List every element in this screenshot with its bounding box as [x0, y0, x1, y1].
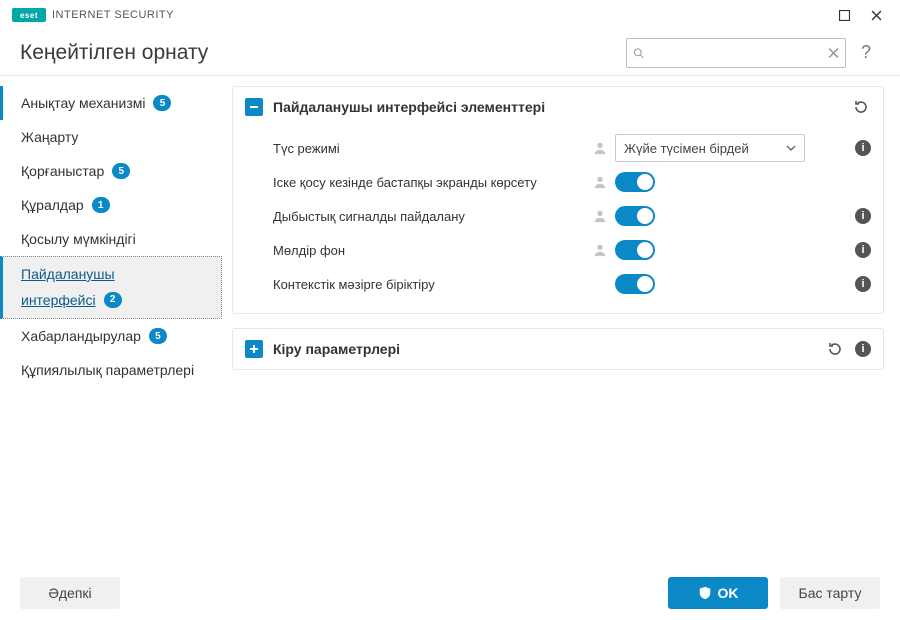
window-close-button[interactable] — [860, 1, 892, 29]
row-sound: Дыбыстық сигналды пайдалану i — [273, 199, 871, 233]
clear-search-icon[interactable] — [828, 46, 839, 60]
brand: eset INTERNET SECURITY — [12, 8, 174, 22]
panel-body: Түс режимі Жүйе түсімен бірдей i Іске қо… — [233, 127, 883, 313]
sidebar-badge: 5 — [149, 328, 167, 344]
sidebar-badge: 5 — [112, 163, 130, 179]
row-label: Іске қосу кезінде бастапқы экранды көрсе… — [273, 175, 593, 190]
sidebar-item-tools[interactable]: Құралдар 1 — [0, 188, 222, 222]
header: Кеңейтілген орнату ? — [0, 30, 900, 76]
sidebar-item-user-interface[interactable]: Пайдаланушы интерфейсі 2 — [0, 256, 222, 319]
sidebar-item-protections[interactable]: Қорғаныстар 5 — [0, 154, 222, 188]
sidebar: Анықтау механизмі 5 Жаңарту Қорғаныстар … — [0, 76, 222, 566]
sidebar-item-label: Қосылу мүмкіндігі — [21, 231, 136, 247]
panel-title: Пайдаланушы интерфейсі элементтері — [273, 99, 851, 115]
sidebar-badge: 2 — [104, 292, 122, 308]
sidebar-item-label: Анықтау механизмі — [21, 95, 145, 111]
user-icon — [593, 243, 607, 257]
info-icon[interactable]: i — [855, 276, 871, 292]
search-icon — [633, 46, 644, 60]
panel-title: Кіру параметрлері — [273, 341, 825, 357]
expand-icon[interactable] — [245, 340, 263, 358]
shield-icon — [698, 586, 712, 600]
row-color-mode: Түс режимі Жүйе түсімен бірдей i — [273, 131, 871, 165]
main-content: Пайдаланушы интерфейсі элементтері Түс р… — [222, 76, 900, 566]
user-icon — [593, 141, 607, 155]
info-icon[interactable]: i — [855, 140, 871, 156]
sidebar-item-label: Хабарландырулар — [21, 328, 141, 344]
context-toggle[interactable] — [615, 274, 655, 294]
search-input[interactable] — [644, 45, 828, 60]
sidebar-item-privacy[interactable]: Құпиялылық параметрлері — [0, 353, 222, 387]
transparent-toggle[interactable] — [615, 240, 655, 260]
row-label: Контекстік мәзірге біріктіру — [273, 277, 593, 292]
info-icon[interactable]: i — [855, 242, 871, 258]
sidebar-item-update[interactable]: Жаңарту — [0, 120, 222, 154]
help-button[interactable]: ? — [852, 38, 880, 68]
cancel-button[interactable]: Бас тарту — [780, 577, 880, 609]
sound-toggle[interactable] — [615, 206, 655, 226]
default-button[interactable]: Әдепкі — [20, 577, 120, 609]
titlebar: eset INTERNET SECURITY — [0, 0, 900, 30]
window-maximize-button[interactable] — [828, 1, 860, 29]
row-splash: Іске қосу кезінде бастапқы экранды көрсе… — [273, 165, 871, 199]
chevron-down-icon — [786, 143, 796, 153]
reset-icon[interactable] — [851, 97, 871, 117]
collapse-icon[interactable] — [245, 98, 263, 116]
row-label: Түс режимі — [273, 141, 593, 156]
footer: Әдепкі OK Бас тарту — [0, 566, 900, 620]
sidebar-item-label-line2: интерфейсі — [21, 292, 96, 310]
sidebar-item-connectivity[interactable]: Қосылу мүмкіндігі — [0, 222, 222, 256]
info-icon[interactable]: i — [855, 341, 871, 357]
sidebar-item-label: Құпиялылық параметрлері — [21, 362, 194, 378]
sidebar-item-label: Құралдар — [21, 197, 84, 213]
row-transparent: Мөлдір фон i — [273, 233, 871, 267]
reset-icon[interactable] — [825, 339, 845, 359]
brand-logo: eset — [12, 8, 46, 22]
page-title: Кеңейтілген орнату — [20, 41, 208, 65]
panel-login-params: Кіру параметрлері i — [232, 328, 884, 370]
user-icon — [593, 209, 607, 223]
sidebar-item-label: Қорғаныстар — [21, 163, 104, 179]
sidebar-item-label: Пайдаланушы — [21, 266, 115, 284]
sidebar-badge: 1 — [92, 197, 110, 213]
panel-ui-elements: Пайдаланушы интерфейсі элементтері Түс р… — [232, 86, 884, 314]
row-label: Мөлдір фон — [273, 243, 593, 258]
brand-product: INTERNET SECURITY — [52, 9, 174, 21]
row-context: Контекстік мәзірге біріктіру i — [273, 267, 871, 301]
sidebar-badge: 5 — [153, 95, 171, 111]
sidebar-item-notifications[interactable]: Хабарландырулар 5 — [0, 319, 222, 353]
panel-header: Кіру параметрлері i — [233, 329, 883, 369]
panel-header: Пайдаланушы интерфейсі элементтері — [233, 87, 883, 127]
ok-button[interactable]: OK — [668, 577, 768, 609]
search-field[interactable] — [626, 38, 846, 68]
row-label: Дыбыстық сигналды пайдалану — [273, 209, 593, 224]
color-mode-select[interactable]: Жүйе түсімен бірдей — [615, 134, 805, 162]
select-value: Жүйе түсімен бірдей — [624, 141, 749, 156]
sidebar-item-detection[interactable]: Анықтау механизмі 5 — [0, 86, 222, 120]
info-icon[interactable]: i — [855, 208, 871, 224]
user-icon — [593, 175, 607, 189]
splash-toggle[interactable] — [615, 172, 655, 192]
sidebar-item-label: Жаңарту — [21, 129, 78, 145]
ok-button-label: OK — [718, 585, 739, 601]
